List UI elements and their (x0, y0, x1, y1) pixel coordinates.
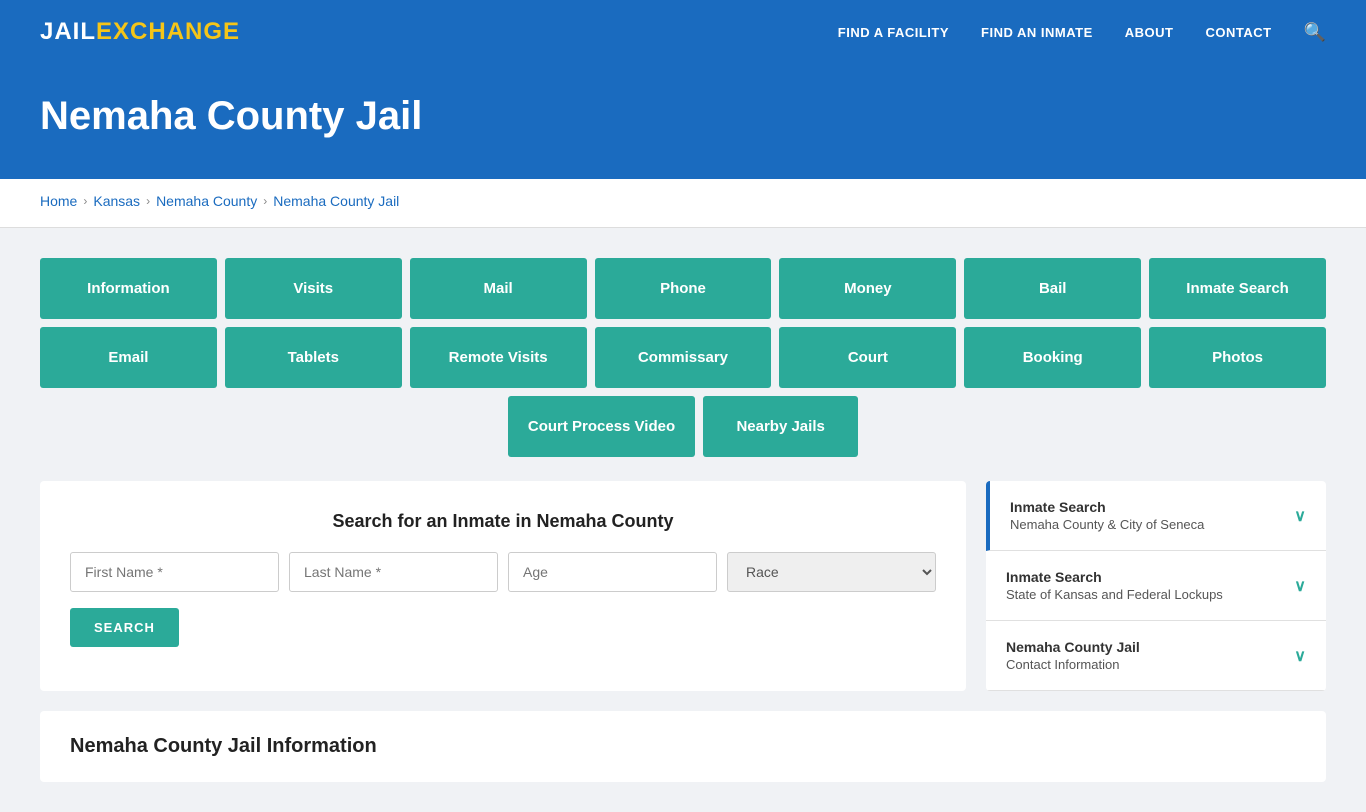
breadcrumb-bar: Home › Kansas › Nemaha County › Nemaha C… (0, 179, 1366, 228)
chevron-down-icon-1: ∨ (1294, 506, 1306, 526)
chevron-down-icon-2: ∨ (1294, 576, 1306, 596)
breadcrumb-home[interactable]: Home (40, 193, 77, 209)
sidebar-item-3[interactable]: Nemaha County Jail Contact Information ∨ (986, 621, 1326, 691)
info-section: Nemaha County Jail Information (40, 711, 1326, 782)
btn-money[interactable]: Money (779, 258, 956, 319)
sidebar-item-2-title: Inmate Search (1006, 569, 1223, 585)
breadcrumb-nemaha-county[interactable]: Nemaha County (156, 193, 257, 209)
sidebar: Inmate Search Nemaha County & City of Se… (986, 481, 1326, 691)
breadcrumb-sep-1: › (83, 194, 87, 208)
breadcrumb-current: Nemaha County Jail (273, 193, 399, 209)
sidebar-item-3-subtitle: Contact Information (1006, 657, 1140, 672)
age-input[interactable] (508, 552, 717, 592)
nav-about[interactable]: ABOUT (1125, 25, 1174, 40)
breadcrumb-sep-2: › (146, 194, 150, 208)
btn-court[interactable]: Court (779, 327, 956, 388)
site-logo[interactable]: JAILEXCHANGE (40, 18, 240, 46)
lower-section: Search for an Inmate in Nemaha County Ra… (40, 481, 1326, 691)
btn-nearby-jails[interactable]: Nearby Jails (703, 396, 858, 457)
search-heading: Search for an Inmate in Nemaha County (70, 511, 936, 532)
sidebar-item-1-text: Inmate Search Nemaha County & City of Se… (1010, 499, 1204, 532)
sidebar-item-1[interactable]: Inmate Search Nemaha County & City of Se… (986, 481, 1326, 551)
btn-information[interactable]: Information (40, 258, 217, 319)
title-bar: Nemaha County Jail (0, 64, 1366, 179)
first-name-input[interactable] (70, 552, 279, 592)
search-fields: Race White Black Hispanic Asian Other (70, 552, 936, 592)
site-header: JAILEXCHANGE FIND A FACILITY FIND AN INM… (0, 0, 1366, 64)
nav-find-facility[interactable]: FIND A FACILITY (838, 25, 949, 40)
btn-inmate-search[interactable]: Inmate Search (1149, 258, 1326, 319)
btn-commissary[interactable]: Commissary (595, 327, 772, 388)
btn-court-process-video[interactable]: Court Process Video (508, 396, 695, 457)
info-heading: Nemaha County Jail Information (70, 735, 1296, 758)
search-icon-button[interactable]: 🔍 (1304, 22, 1326, 43)
breadcrumb: Home › Kansas › Nemaha County › Nemaha C… (40, 193, 1326, 209)
btn-email[interactable]: Email (40, 327, 217, 388)
sidebar-item-2[interactable]: Inmate Search State of Kansas and Federa… (986, 551, 1326, 621)
btn-tablets[interactable]: Tablets (225, 327, 402, 388)
btn-photos[interactable]: Photos (1149, 327, 1326, 388)
buttons-row2: Email Tablets Remote Visits Commissary C… (40, 327, 1326, 388)
logo-jail: JAIL (40, 18, 96, 46)
search-box: Search for an Inmate in Nemaha County Ra… (40, 481, 966, 691)
breadcrumb-sep-3: › (263, 194, 267, 208)
sidebar-item-2-text: Inmate Search State of Kansas and Federa… (1006, 569, 1223, 602)
nav-contact[interactable]: CONTACT (1205, 25, 1271, 40)
race-select[interactable]: Race White Black Hispanic Asian Other (727, 552, 936, 592)
search-button[interactable]: SEARCH (70, 608, 179, 647)
last-name-input[interactable] (289, 552, 498, 592)
btn-booking[interactable]: Booking (964, 327, 1141, 388)
btn-remote-visits[interactable]: Remote Visits (410, 327, 587, 388)
page-title: Nemaha County Jail (40, 94, 1326, 139)
sidebar-item-1-title: Inmate Search (1010, 499, 1204, 515)
btn-visits[interactable]: Visits (225, 258, 402, 319)
btn-mail[interactable]: Mail (410, 258, 587, 319)
btn-phone[interactable]: Phone (595, 258, 772, 319)
buttons-row3: Court Process Video Nearby Jails (40, 396, 1326, 457)
sidebar-item-1-subtitle: Nemaha County & City of Seneca (1010, 517, 1204, 532)
sidebar-item-3-title: Nemaha County Jail (1006, 639, 1140, 655)
sidebar-item-3-text: Nemaha County Jail Contact Information (1006, 639, 1140, 672)
buttons-row1: Information Visits Mail Phone Money Bail… (40, 258, 1326, 319)
btn-bail[interactable]: Bail (964, 258, 1141, 319)
chevron-down-icon-3: ∨ (1294, 646, 1306, 666)
breadcrumb-kansas[interactable]: Kansas (93, 193, 140, 209)
logo-exchange: EXCHANGE (96, 18, 240, 46)
main-content: Information Visits Mail Phone Money Bail… (0, 228, 1366, 812)
nav-find-inmate[interactable]: FIND AN INMATE (981, 25, 1093, 40)
sidebar-item-2-subtitle: State of Kansas and Federal Lockups (1006, 587, 1223, 602)
main-nav: FIND A FACILITY FIND AN INMATE ABOUT CON… (838, 22, 1326, 43)
